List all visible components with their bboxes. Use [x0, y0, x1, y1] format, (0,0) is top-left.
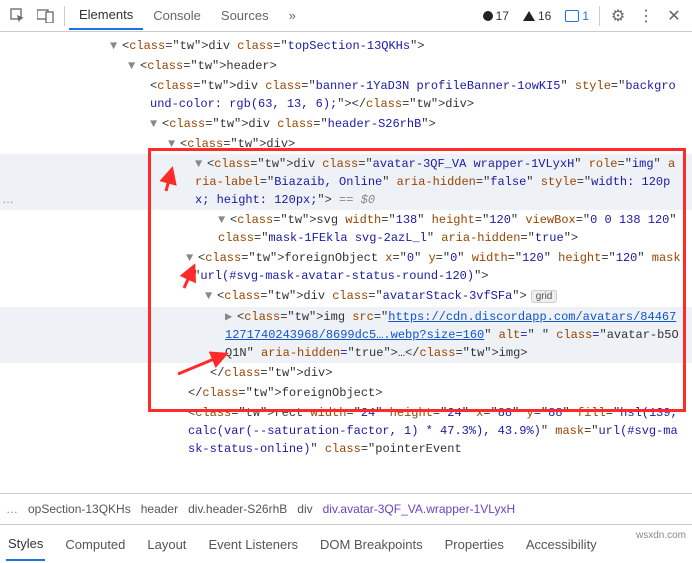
dom-node[interactable]: ▼<class="tw">div>	[0, 134, 692, 154]
styles-tabbar: Styles Computed Layout Event Listeners D…	[0, 525, 692, 563]
tab-console[interactable]: Console	[143, 2, 211, 29]
grid-badge[interactable]: grid	[531, 290, 558, 303]
chevron-down-icon[interactable]: ▼	[195, 155, 207, 173]
breadcrumb-item[interactable]: opSection-13QKHs	[28, 502, 131, 516]
dom-node[interactable]: <class="tw">div class="banner-1YaD3N pro…	[0, 76, 692, 114]
tab-computed[interactable]: Computed	[63, 529, 127, 560]
dom-node-close[interactable]: </class="tw">foreignObject>	[0, 383, 692, 403]
chevron-down-icon[interactable]: ▼	[128, 57, 140, 75]
errors-badge[interactable]: 17	[483, 9, 509, 23]
breadcrumb-item[interactable]: div	[297, 502, 312, 516]
gutter-dots: …	[2, 192, 15, 206]
devtools-toolbar: Elements Console Sources » 17 16 1 ⚙ ⋮ ✕	[0, 0, 692, 32]
eq0-hint: == $0	[332, 193, 375, 207]
breadcrumb-item[interactable]: div.header-S26rhB	[188, 502, 287, 516]
errors-count: 17	[496, 9, 509, 23]
tab-properties[interactable]: Properties	[443, 529, 506, 560]
dom-node-selected[interactable]: ▼<class="tw">div class="avatar-3QF_VA wr…	[0, 154, 692, 210]
chevron-down-icon[interactable]: ▼	[186, 249, 198, 267]
inspect-icon[interactable]	[4, 2, 32, 30]
breadcrumb-item-selected[interactable]: div.avatar-3QF_VA.wrapper-1VLyxH	[323, 502, 516, 516]
issues-icon	[565, 10, 579, 22]
dom-node[interactable]: ▼<class="tw">svg width="138" height="120…	[0, 210, 692, 248]
dom-tree-panel[interactable]: … ▼<class="tw">div class="topSection-13Q…	[0, 32, 692, 493]
dom-node[interactable]: ▼<class="tw">header>	[0, 56, 692, 76]
warning-triangle-icon	[523, 11, 535, 21]
tab-styles[interactable]: Styles	[6, 528, 45, 561]
kebab-menu-icon[interactable]: ⋮	[632, 6, 660, 26]
tab-layout[interactable]: Layout	[145, 529, 188, 560]
separator	[599, 6, 600, 26]
settings-gear-icon[interactable]: ⚙	[604, 6, 632, 26]
dom-node[interactable]: ▼<class="tw">div class="avatarStack-3vfS…	[0, 286, 692, 307]
breadcrumb-bar: … opSection-13QKHs header div.header-S26…	[0, 493, 692, 525]
chevron-down-icon[interactable]: ▼	[150, 115, 162, 133]
issues-count: 1	[582, 9, 589, 23]
status-badges: 17 16 1	[483, 9, 589, 23]
chevron-down-icon[interactable]: ▼	[218, 211, 230, 229]
dom-node[interactable]: ▼<class="tw">div class="topSection-13QKH…	[0, 36, 692, 56]
tab-more[interactable]: »	[279, 2, 306, 29]
tab-accessibility[interactable]: Accessibility	[524, 529, 599, 560]
error-dot-icon	[483, 11, 493, 21]
dom-node[interactable]: ▼<class="tw">foreignObject x="0" y="0" w…	[0, 248, 692, 286]
warnings-badge[interactable]: 16	[523, 9, 551, 23]
close-icon[interactable]: ✕	[660, 6, 688, 26]
tab-event-listeners[interactable]: Event Listeners	[206, 529, 300, 560]
watermark: wsxdn.com	[636, 530, 686, 541]
chevron-down-icon[interactable]: ▼	[110, 37, 122, 55]
tab-sources[interactable]: Sources	[211, 2, 279, 29]
chevron-down-icon[interactable]: ▼	[168, 135, 180, 153]
chevron-right-icon[interactable]: ▶	[225, 308, 237, 326]
device-toggle-icon[interactable]	[32, 2, 60, 30]
dom-node[interactable]: <class="tw">rect width="24" height="24" …	[0, 403, 692, 459]
issues-badge[interactable]: 1	[565, 9, 589, 23]
separator	[64, 6, 65, 26]
warnings-count: 16	[538, 9, 551, 23]
dom-node-img[interactable]: ▶<class="tw">img src="https://cdn.discor…	[0, 307, 692, 363]
tab-dom-breakpoints[interactable]: DOM Breakpoints	[318, 529, 425, 560]
tab-elements[interactable]: Elements	[69, 1, 143, 30]
chevron-down-icon[interactable]: ▼	[205, 287, 217, 305]
dom-node-close[interactable]: </class="tw">div>	[0, 363, 692, 383]
breadcrumb-overflow[interactable]: …	[6, 502, 18, 516]
breadcrumb-item[interactable]: header	[141, 502, 178, 516]
dom-node[interactable]: ▼<class="tw">div class="header-S26rhB">	[0, 114, 692, 134]
